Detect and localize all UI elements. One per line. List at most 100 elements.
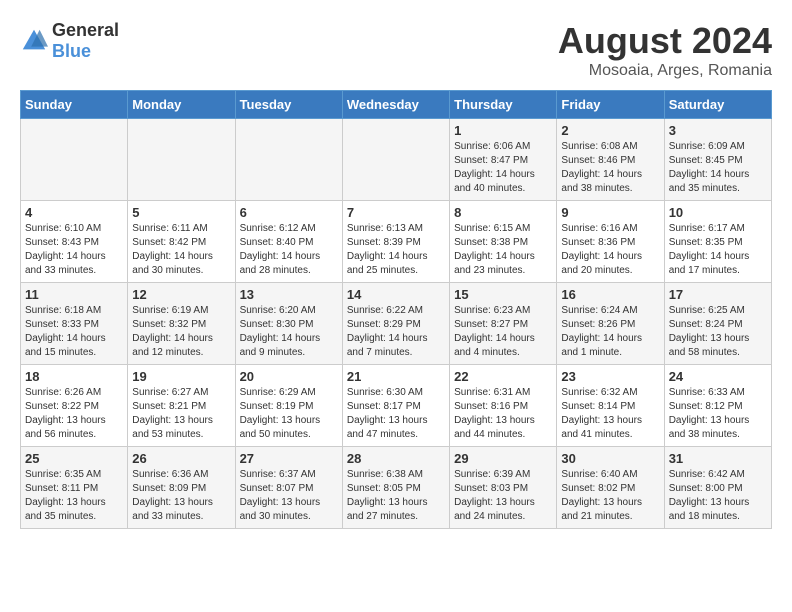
day-number: 16 — [561, 287, 659, 302]
logo: General Blue — [20, 20, 119, 62]
weekday-header-row: SundayMondayTuesdayWednesdayThursdayFrid… — [21, 91, 772, 119]
day-info: Sunrise: 6:35 AM Sunset: 8:11 PM Dayligh… — [25, 468, 123, 524]
day-info: Sunrise: 6:17 AM Sunset: 8:35 PM Dayligh… — [669, 222, 767, 278]
day-info: Sunrise: 6:25 AM Sunset: 8:24 PM Dayligh… — [669, 304, 767, 360]
day-info: Sunrise: 6:15 AM Sunset: 8:38 PM Dayligh… — [454, 222, 552, 278]
day-info: Sunrise: 6:31 AM Sunset: 8:16 PM Dayligh… — [454, 386, 552, 442]
day-number: 6 — [240, 205, 338, 220]
calendar-cell: 12 Sunrise: 6:19 AM Sunset: 8:32 PM Dayli… — [128, 283, 235, 365]
weekday-header: Tuesday — [235, 91, 342, 119]
day-number: 22 — [454, 369, 552, 384]
calendar-cell: 16 Sunrise: 6:24 AM Sunset: 8:26 PM Dayli… — [557, 283, 664, 365]
day-info: Sunrise: 6:30 AM Sunset: 8:17 PM Dayligh… — [347, 386, 445, 442]
day-info: Sunrise: 6:24 AM Sunset: 8:26 PM Dayligh… — [561, 304, 659, 360]
logo-icon — [20, 27, 48, 55]
logo-blue-text: Blue — [52, 41, 91, 61]
day-info: Sunrise: 6:42 AM Sunset: 8:00 PM Dayligh… — [669, 468, 767, 524]
day-number: 25 — [25, 451, 123, 466]
calendar-cell: 27Sunrise: 6:37 AM Sunset: 8:07 PM Dayli… — [235, 447, 342, 529]
day-number: 3 — [669, 123, 767, 138]
day-info: Sunrise: 6:16 AM Sunset: 8:36 PM Dayligh… — [561, 222, 659, 278]
calendar-week-row: 25 Sunrise: 6:35 AM Sunset: 8:11 PM Dayli… — [21, 447, 772, 529]
weekday-header: Thursday — [450, 91, 557, 119]
calendar-cell: 9 Sunrise: 6:16 AM Sunset: 8:36 PM Daylig… — [557, 201, 664, 283]
calendar-week-row: 4 Sunrise: 6:10 AM Sunset: 8:43 PM Daylig… — [21, 201, 772, 283]
day-number: 18 — [25, 369, 123, 384]
calendar-cell: 2 Sunrise: 6:08 AM Sunset: 8:46 PM Daylig… — [557, 119, 664, 201]
day-number: 14 — [347, 287, 445, 302]
day-info: Sunrise: 6:06 AM Sunset: 8:47 PM Dayligh… — [454, 140, 552, 196]
calendar-week-row: 11Sunrise: 6:18 AM Sunset: 8:33 PM Dayli… — [21, 283, 772, 365]
day-number: 9 — [561, 205, 659, 220]
day-number: 28 — [347, 451, 445, 466]
calendar-week-row: 18 Sunrise: 6:26 AM Sunset: 8:22 PM Dayli… — [21, 365, 772, 447]
weekday-header: Saturday — [664, 91, 771, 119]
day-number: 8 — [454, 205, 552, 220]
weekday-header: Wednesday — [342, 91, 449, 119]
calendar-cell: 1 Sunrise: 6:06 AM Sunset: 8:47 PM Daylig… — [450, 119, 557, 201]
day-info: Sunrise: 6:19 AM Sunset: 8:32 PM Dayligh… — [132, 304, 230, 360]
weekday-header: Sunday — [21, 91, 128, 119]
day-number: 5 — [132, 205, 230, 220]
calendar-cell: 13 Sunrise: 6:20 AM Sunset: 8:30 PM Dayli… — [235, 283, 342, 365]
day-info: Sunrise: 6:39 AM Sunset: 8:03 PM Dayligh… — [454, 468, 552, 524]
calendar-cell: 3Sunrise: 6:09 AM Sunset: 8:45 PM Daylig… — [664, 119, 771, 201]
calendar-cell: 29Sunrise: 6:39 AM Sunset: 8:03 PM Dayli… — [450, 447, 557, 529]
day-number: 31 — [669, 451, 767, 466]
calendar-week-row: 1 Sunrise: 6:06 AM Sunset: 8:47 PM Daylig… — [21, 119, 772, 201]
day-info: Sunrise: 6:33 AM Sunset: 8:12 PM Dayligh… — [669, 386, 767, 442]
calendar-cell: 7 Sunrise: 6:13 AM Sunset: 8:39 PM Daylig… — [342, 201, 449, 283]
day-info: Sunrise: 6:36 AM Sunset: 8:09 PM Dayligh… — [132, 468, 230, 524]
title-block: August 2024 Mosoaia, Arges, Romania — [558, 20, 772, 80]
day-info: Sunrise: 6:22 AM Sunset: 8:29 PM Dayligh… — [347, 304, 445, 360]
day-info: Sunrise: 6:10 AM Sunset: 8:43 PM Dayligh… — [25, 222, 123, 278]
day-number: 2 — [561, 123, 659, 138]
calendar-cell: 14 Sunrise: 6:22 AM Sunset: 8:29 PM Dayli… — [342, 283, 449, 365]
calendar-cell: 15 Sunrise: 6:23 AM Sunset: 8:27 PM Dayli… — [450, 283, 557, 365]
calendar-cell — [342, 119, 449, 201]
day-info: Sunrise: 6:27 AM Sunset: 8:21 PM Dayligh… — [132, 386, 230, 442]
calendar-cell: 30Sunrise: 6:40 AM Sunset: 8:02 PM Dayli… — [557, 447, 664, 529]
day-info: Sunrise: 6:20 AM Sunset: 8:30 PM Dayligh… — [240, 304, 338, 360]
calendar-cell: 6Sunrise: 6:12 AM Sunset: 8:40 PM Daylig… — [235, 201, 342, 283]
calendar-cell: 17Sunrise: 6:25 AM Sunset: 8:24 PM Dayli… — [664, 283, 771, 365]
calendar-cell: 4 Sunrise: 6:10 AM Sunset: 8:43 PM Daylig… — [21, 201, 128, 283]
main-title: August 2024 — [558, 20, 772, 62]
subtitle: Mosoaia, Arges, Romania — [558, 62, 772, 80]
day-number: 7 — [347, 205, 445, 220]
calendar-cell: 10 Sunrise: 6:17 AM Sunset: 8:35 PM Dayli… — [664, 201, 771, 283]
day-number: 1 — [454, 123, 552, 138]
day-info: Sunrise: 6:23 AM Sunset: 8:27 PM Dayligh… — [454, 304, 552, 360]
day-info: Sunrise: 6:32 AM Sunset: 8:14 PM Dayligh… — [561, 386, 659, 442]
day-info: Sunrise: 6:13 AM Sunset: 8:39 PM Dayligh… — [347, 222, 445, 278]
weekday-header: Friday — [557, 91, 664, 119]
calendar-cell: 11Sunrise: 6:18 AM Sunset: 8:33 PM Dayli… — [21, 283, 128, 365]
calendar-cell — [21, 119, 128, 201]
day-number: 23 — [561, 369, 659, 384]
day-number: 15 — [454, 287, 552, 302]
day-number: 30 — [561, 451, 659, 466]
weekday-header: Monday — [128, 91, 235, 119]
day-info: Sunrise: 6:08 AM Sunset: 8:46 PM Dayligh… — [561, 140, 659, 196]
day-info: Sunrise: 6:26 AM Sunset: 8:22 PM Dayligh… — [25, 386, 123, 442]
calendar-cell: 28 Sunrise: 6:38 AM Sunset: 8:05 PM Dayli… — [342, 447, 449, 529]
calendar-cell: 25 Sunrise: 6:35 AM Sunset: 8:11 PM Dayli… — [21, 447, 128, 529]
calendar-cell: 18 Sunrise: 6:26 AM Sunset: 8:22 PM Dayli… — [21, 365, 128, 447]
day-number: 4 — [25, 205, 123, 220]
page-header: General Blue August 2024 Mosoaia, Arges,… — [20, 20, 772, 80]
calendar-cell: 31 Sunrise: 6:42 AM Sunset: 8:00 PM Dayli… — [664, 447, 771, 529]
calendar-table: SundayMondayTuesdayWednesdayThursdayFrid… — [20, 90, 772, 529]
calendar-cell: 26Sunrise: 6:36 AM Sunset: 8:09 PM Dayli… — [128, 447, 235, 529]
day-number: 24 — [669, 369, 767, 384]
day-number: 10 — [669, 205, 767, 220]
day-number: 12 — [132, 287, 230, 302]
calendar-cell: 22 Sunrise: 6:31 AM Sunset: 8:16 PM Dayli… — [450, 365, 557, 447]
day-info: Sunrise: 6:38 AM Sunset: 8:05 PM Dayligh… — [347, 468, 445, 524]
calendar-cell: 21 Sunrise: 6:30 AM Sunset: 8:17 PM Dayli… — [342, 365, 449, 447]
day-number: 21 — [347, 369, 445, 384]
calendar-cell: 23 Sunrise: 6:32 AM Sunset: 8:14 PM Dayli… — [557, 365, 664, 447]
day-number: 19 — [132, 369, 230, 384]
calendar-cell: 20Sunrise: 6:29 AM Sunset: 8:19 PM Dayli… — [235, 365, 342, 447]
day-number: 13 — [240, 287, 338, 302]
day-number: 20 — [240, 369, 338, 384]
